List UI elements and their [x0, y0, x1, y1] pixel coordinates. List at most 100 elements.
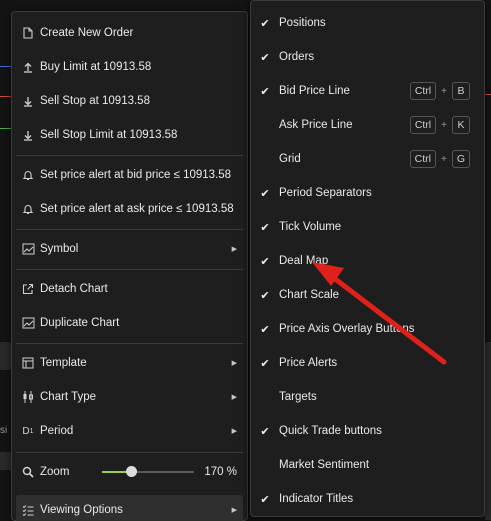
- option-label: Quick Trade buttons: [279, 425, 382, 437]
- shortcut: Ctrl + K: [409, 116, 470, 134]
- zoom-slider-thumb[interactable]: [126, 466, 137, 477]
- submenu-arrow-icon: ▶: [231, 394, 237, 401]
- check-icon: ✔: [260, 255, 270, 268]
- submenu-arrow-icon: ▶: [231, 360, 237, 367]
- buy-limit-item[interactable]: Buy Limit at 10913.58: [16, 52, 243, 82]
- menu-item-label: Set price alert at bid price ≤ 10913.58: [40, 169, 232, 181]
- option-targets[interactable]: Targets: [251, 380, 484, 414]
- check-icon: ✔: [260, 51, 270, 64]
- option-period-separators[interactable]: ✔ Period Separators: [251, 176, 484, 210]
- option-bid-price-line[interactable]: ✔ Bid Price Line Ctrl + B: [251, 74, 484, 108]
- menu-item-label: Sell Stop at 10913.58: [40, 95, 150, 107]
- option-label: Indicator Titles: [279, 493, 354, 505]
- chart-panel-strip: [0, 342, 11, 370]
- option-orders[interactable]: ✔ Orders: [251, 40, 484, 74]
- bell-icon: [16, 169, 40, 181]
- viewing-options-submenu: ✔ Positions ✔ Orders ✔ Bid Price Line Ct…: [250, 0, 485, 517]
- symbol-item[interactable]: Symbol ▶: [16, 234, 243, 264]
- check-icon: ✔: [260, 493, 270, 506]
- template-icon: [16, 357, 40, 369]
- option-label: Deal Map: [279, 255, 329, 267]
- option-price-alerts[interactable]: ✔ Price Alerts: [251, 346, 484, 380]
- sell-stop-limit-icon: [16, 129, 40, 141]
- chart-context-menu: Create New Order Buy Limit at 10913.58 S…: [11, 11, 248, 521]
- option-label: Period Separators: [279, 187, 372, 199]
- option-ask-price-line[interactable]: Ask Price Line Ctrl + K: [251, 108, 484, 142]
- shortcut-key: Ctrl: [409, 116, 437, 134]
- option-quick-trade-buttons[interactable]: ✔ Quick Trade buttons: [251, 414, 484, 448]
- option-grid[interactable]: Grid Ctrl + G: [251, 142, 484, 176]
- period-icon-sub: 1: [29, 427, 34, 435]
- chart-line: [0, 128, 11, 129]
- new-order-icon: [16, 27, 40, 39]
- option-label: Grid: [279, 153, 301, 165]
- chart-line: [484, 94, 491, 95]
- option-indicator-titles[interactable]: ✔ Indicator Titles: [251, 482, 484, 516]
- option-label: Bid Price Line: [279, 85, 350, 97]
- period-item[interactable]: D1 Period ▶: [16, 416, 243, 446]
- menu-item-label: Create New Order: [40, 27, 134, 39]
- shortcut-key: B: [452, 82, 470, 100]
- option-positions[interactable]: ✔ Positions: [251, 6, 484, 40]
- shortcut-plus: +: [441, 85, 447, 97]
- chart-line: [0, 96, 11, 97]
- check-icon: ✔: [260, 289, 270, 302]
- viewing-options-icon: [16, 504, 40, 516]
- option-tick-volume[interactable]: ✔ Tick Volume: [251, 210, 484, 244]
- sell-stop-limit-item[interactable]: Sell Stop Limit at 10913.58: [16, 120, 243, 150]
- create-new-order-item[interactable]: Create New Order: [16, 18, 243, 48]
- menu-item-label: Sell Stop Limit at 10913.58: [40, 129, 178, 141]
- check-icon: ✔: [260, 17, 270, 30]
- alert-ask-item[interactable]: Set price alert at ask price ≤ 10913.58: [16, 194, 243, 224]
- chart-panel-strip: [485, 342, 491, 520]
- option-label: Tick Volume: [279, 221, 342, 233]
- alert-bid-item[interactable]: Set price alert at bid price ≤ 10913.58: [16, 160, 243, 190]
- template-item[interactable]: Template ▶: [16, 348, 243, 378]
- menu-item-label: Duplicate Chart: [40, 317, 120, 329]
- zoom-value: 170 %: [204, 466, 237, 478]
- option-market-sentiment[interactable]: Market Sentiment: [251, 448, 484, 482]
- chart-text-fragment: si: [0, 425, 8, 436]
- period-icon: D1: [16, 426, 40, 437]
- menu-item-label: Zoom: [40, 466, 70, 478]
- shortcut-key: Ctrl: [409, 82, 437, 100]
- detach-chart-item[interactable]: Detach Chart: [16, 274, 243, 304]
- shortcut-plus: +: [441, 119, 447, 131]
- sell-stop-icon: [16, 95, 40, 107]
- check-icon: ✔: [260, 425, 270, 438]
- chart-type-item[interactable]: Chart Type ▶: [16, 382, 243, 412]
- menu-item-label: Period: [40, 425, 74, 437]
- menu-item-label: Chart Type: [40, 391, 97, 403]
- option-label: Chart Scale: [279, 289, 340, 301]
- option-label: Orders: [279, 51, 315, 63]
- option-label: Price Axis Overlay Buttons: [279, 323, 415, 335]
- option-deal-map[interactable]: ✔ Deal Map: [251, 244, 484, 278]
- shortcut-key: K: [452, 116, 470, 134]
- chart-line: [0, 66, 11, 67]
- option-label: Ask Price Line: [279, 119, 353, 131]
- duplicate-chart-item[interactable]: Duplicate Chart: [16, 308, 243, 338]
- menu-separator: [16, 269, 243, 270]
- menu-separator: [16, 452, 243, 453]
- shortcut: Ctrl + G: [409, 150, 470, 168]
- submenu-arrow-icon: ▶: [231, 428, 237, 435]
- menu-item-label: Symbol: [40, 243, 79, 255]
- menu-item-label: Buy Limit at 10913.58: [40, 61, 152, 73]
- option-price-axis-overlay-buttons[interactable]: ✔ Price Axis Overlay Buttons: [251, 312, 484, 346]
- zoom-item: Zoom 170 %: [16, 457, 243, 487]
- shortcut: Ctrl + B: [409, 82, 470, 100]
- detach-icon: [16, 283, 40, 295]
- submenu-arrow-icon: ▶: [231, 246, 237, 253]
- viewing-options-item[interactable]: Viewing Options ▶: [16, 495, 243, 521]
- option-chart-scale[interactable]: ✔ Chart Scale: [251, 278, 484, 312]
- period-icon-letter: D: [22, 425, 30, 437]
- check-icon: ✔: [260, 323, 270, 336]
- option-label: Market Sentiment: [279, 459, 370, 471]
- option-label: Positions: [279, 17, 326, 29]
- sell-stop-item[interactable]: Sell Stop at 10913.58: [16, 86, 243, 116]
- menu-item-label: Viewing Options: [40, 504, 123, 516]
- check-icon: ✔: [260, 357, 270, 370]
- menu-item-label: Template: [40, 357, 87, 369]
- symbol-icon: [16, 243, 40, 255]
- menu-separator: [16, 155, 243, 156]
